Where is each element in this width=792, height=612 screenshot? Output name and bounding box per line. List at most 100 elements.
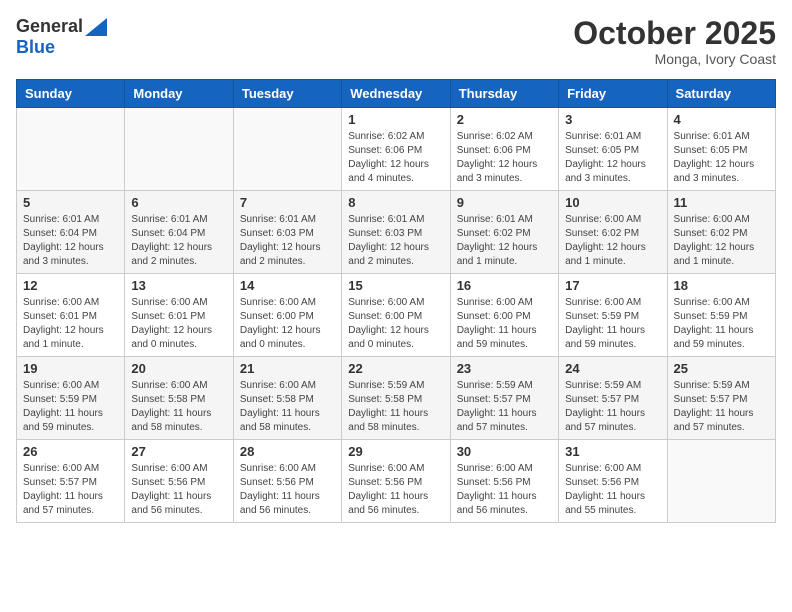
calendar-cell: 12Sunrise: 6:00 AM Sunset: 6:01 PM Dayli… — [17, 274, 125, 357]
day-number: 15 — [348, 278, 443, 293]
calendar-cell: 25 Sunrise: 5:59 AM Sunset: 5:57 PM Dayli… — [667, 357, 775, 440]
day-number: 26 — [23, 444, 118, 459]
calendar-cell: 14 Sunrise: 6:00 AM Sunset: 6:00 PM Dayli… — [233, 274, 341, 357]
calendar-cell: 28Sunrise: 6:00 AM Sunset: 5:56 PM Dayli… — [233, 440, 341, 523]
day-info: Sunrise: 6:01 AM Sunset: 6:02 PM Dayligh… — [457, 213, 552, 269]
day-number: 14 — [240, 278, 335, 293]
day-info: Sunrise: 6:00 AM Sunset: 6:02 PM Dayligh… — [565, 213, 660, 269]
day-info: Sunrise: 6:00 AM Sunset: 5:59 PM Dayligh… — [674, 296, 769, 352]
day-number: 11 — [674, 195, 769, 210]
calendar-day-header: Wednesday — [342, 80, 450, 108]
calendar-cell — [125, 108, 233, 191]
day-number: 24 — [565, 361, 660, 376]
calendar-cell: 31 Sunrise: 6:00 AM Sunset: 5:56 PM Dayli… — [559, 440, 667, 523]
day-number: 3 — [565, 112, 660, 127]
calendar-cell: 2 Sunrise: 6:02 AM Sunset: 6:06 PM Daylig… — [450, 108, 558, 191]
calendar-cell: 5 Sunrise: 6:01 AM Sunset: 6:04 PM Daylig… — [17, 191, 125, 274]
calendar-cell: 27 Sunrise: 6:00 AM Sunset: 5:56 PM Dayli… — [125, 440, 233, 523]
day-number: 9 — [457, 195, 552, 210]
calendar-cell: 22Sunrise: 5:59 AM Sunset: 5:58 PM Dayli… — [342, 357, 450, 440]
calendar-cell: 26 Sunrise: 6:00 AM Sunset: 5:57 PM Dayli… — [17, 440, 125, 523]
day-info: Sunrise: 6:00 AM Sunset: 5:56 PM Dayligh… — [565, 462, 660, 518]
day-number: 16 — [457, 278, 552, 293]
calendar-cell: 23 Sunrise: 5:59 AM Sunset: 5:57 PM Dayli… — [450, 357, 558, 440]
day-info: Sunrise: 6:00 AM Sunset: 6:00 PM Dayligh… — [240, 296, 335, 352]
day-number: 22 — [348, 361, 443, 376]
calendar-week-row: 19 Sunrise: 6:00 AM Sunset: 5:59 PM Dayli… — [17, 357, 776, 440]
day-info: Sunrise: 6:01 AM Sunset: 6:03 PM Dayligh… — [240, 213, 335, 269]
day-number: 7 — [240, 195, 335, 210]
day-number: 21 — [240, 361, 335, 376]
day-info: Sunrise: 6:00 AM Sunset: 6:02 PM Dayligh… — [674, 213, 769, 269]
day-info: Sunrise: 6:02 AM Sunset: 6:06 PM Dayligh… — [457, 130, 552, 186]
day-info: Sunrise: 6:01 AM Sunset: 6:04 PM Dayligh… — [131, 213, 226, 269]
day-number: 30 — [457, 444, 552, 459]
day-number: 23 — [457, 361, 552, 376]
calendar-day-header: Friday — [559, 80, 667, 108]
calendar-cell — [233, 108, 341, 191]
day-info: Sunrise: 6:01 AM Sunset: 6:03 PM Dayligh… — [348, 213, 443, 269]
calendar-day-header: Sunday — [17, 80, 125, 108]
day-number: 25 — [674, 361, 769, 376]
calendar-day-header: Thursday — [450, 80, 558, 108]
day-number: 27 — [131, 444, 226, 459]
day-info: Sunrise: 6:00 AM Sunset: 5:56 PM Dayligh… — [348, 462, 443, 518]
day-info: Sunrise: 6:00 AM Sunset: 5:56 PM Dayligh… — [131, 462, 226, 518]
day-number: 5 — [23, 195, 118, 210]
day-info: Sunrise: 6:00 AM Sunset: 6:01 PM Dayligh… — [131, 296, 226, 352]
day-info: Sunrise: 6:00 AM Sunset: 6:00 PM Dayligh… — [348, 296, 443, 352]
day-info: Sunrise: 6:00 AM Sunset: 5:58 PM Dayligh… — [131, 379, 226, 435]
calendar-cell — [17, 108, 125, 191]
calendar-cell: 29 Sunrise: 6:00 AM Sunset: 5:56 PM Dayli… — [342, 440, 450, 523]
calendar-day-header: Tuesday — [233, 80, 341, 108]
calendar-cell: 7 Sunrise: 6:01 AM Sunset: 6:03 PM Daylig… — [233, 191, 341, 274]
calendar-cell: 20Sunrise: 6:00 AM Sunset: 5:58 PM Dayli… — [125, 357, 233, 440]
day-number: 12 — [23, 278, 118, 293]
day-number: 1 — [348, 112, 443, 127]
logo: General Blue — [16, 16, 107, 58]
calendar-cell: 16 Sunrise: 6:00 AM Sunset: 6:00 PM Dayli… — [450, 274, 558, 357]
calendar-cell: 11 Sunrise: 6:00 AM Sunset: 6:02 PM Dayli… — [667, 191, 775, 274]
day-info: Sunrise: 6:01 AM Sunset: 6:04 PM Dayligh… — [23, 213, 118, 269]
calendar-day-header: Monday — [125, 80, 233, 108]
calendar-cell: 15 Sunrise: 6:00 AM Sunset: 6:00 PM Dayli… — [342, 274, 450, 357]
calendar-day-header: Saturday — [667, 80, 775, 108]
calendar-week-row: 26 Sunrise: 6:00 AM Sunset: 5:57 PM Dayli… — [17, 440, 776, 523]
day-info: Sunrise: 6:00 AM Sunset: 5:57 PM Dayligh… — [23, 462, 118, 518]
day-number: 19 — [23, 361, 118, 376]
calendar-cell: 13 Sunrise: 6:00 AM Sunset: 6:01 PM Dayli… — [125, 274, 233, 357]
day-info: Sunrise: 5:59 AM Sunset: 5:57 PM Dayligh… — [565, 379, 660, 435]
calendar-cell: 4Sunrise: 6:01 AM Sunset: 6:05 PM Daylig… — [667, 108, 775, 191]
calendar-header-row: SundayMondayTuesdayWednesdayThursdayFrid… — [17, 80, 776, 108]
logo-blue-text: Blue — [16, 37, 55, 58]
calendar-cell: 24 Sunrise: 5:59 AM Sunset: 5:57 PM Dayli… — [559, 357, 667, 440]
calendar-cell: 9 Sunrise: 6:01 AM Sunset: 6:02 PM Daylig… — [450, 191, 558, 274]
day-number: 17 — [565, 278, 660, 293]
day-number: 31 — [565, 444, 660, 459]
day-number: 2 — [457, 112, 552, 127]
page-header: General Blue October 2025 Monga, Ivory C… — [16, 16, 776, 67]
day-number: 18 — [674, 278, 769, 293]
calendar-cell: 10Sunrise: 6:00 AM Sunset: 6:02 PM Dayli… — [559, 191, 667, 274]
calendar-cell: 19 Sunrise: 6:00 AM Sunset: 5:59 PM Dayli… — [17, 357, 125, 440]
month-title: October 2025 — [573, 16, 776, 51]
day-info: Sunrise: 5:59 AM Sunset: 5:57 PM Dayligh… — [674, 379, 769, 435]
logo-icon — [85, 18, 107, 36]
calendar-cell: 1 Sunrise: 6:02 AM Sunset: 6:06 PM Daylig… — [342, 108, 450, 191]
calendar-cell: 18 Sunrise: 6:00 AM Sunset: 5:59 PM Dayli… — [667, 274, 775, 357]
logo-general-text: General — [16, 16, 83, 37]
day-number: 29 — [348, 444, 443, 459]
day-info: Sunrise: 6:00 AM Sunset: 5:56 PM Dayligh… — [240, 462, 335, 518]
day-number: 13 — [131, 278, 226, 293]
day-info: Sunrise: 6:02 AM Sunset: 6:06 PM Dayligh… — [348, 130, 443, 186]
day-number: 6 — [131, 195, 226, 210]
day-info: Sunrise: 6:00 AM Sunset: 5:59 PM Dayligh… — [23, 379, 118, 435]
calendar-week-row: 1 Sunrise: 6:02 AM Sunset: 6:06 PM Daylig… — [17, 108, 776, 191]
calendar-week-row: 5 Sunrise: 6:01 AM Sunset: 6:04 PM Daylig… — [17, 191, 776, 274]
calendar-cell: 6 Sunrise: 6:01 AM Sunset: 6:04 PM Daylig… — [125, 191, 233, 274]
day-number: 8 — [348, 195, 443, 210]
day-number: 4 — [674, 112, 769, 127]
day-info: Sunrise: 6:00 AM Sunset: 5:58 PM Dayligh… — [240, 379, 335, 435]
day-info: Sunrise: 5:59 AM Sunset: 5:57 PM Dayligh… — [457, 379, 552, 435]
day-info: Sunrise: 6:00 AM Sunset: 6:00 PM Dayligh… — [457, 296, 552, 352]
